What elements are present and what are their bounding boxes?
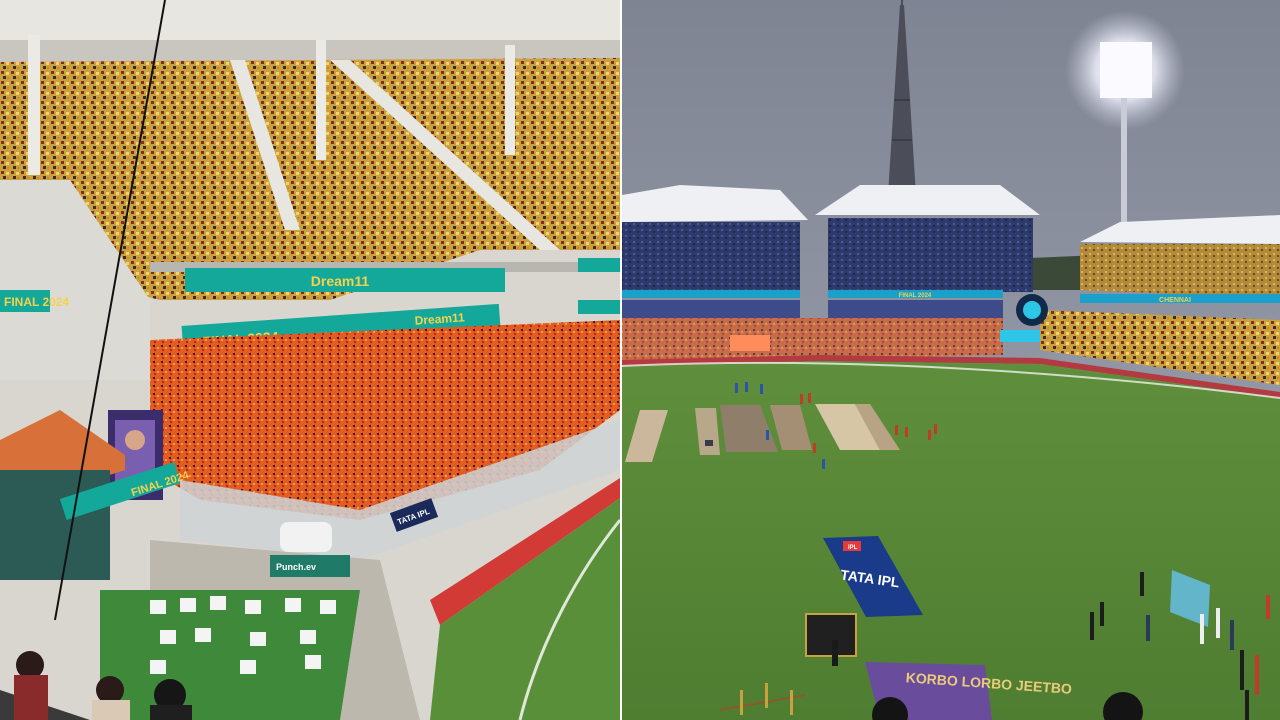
vehicle-sign-text: Punch.ev [276, 562, 316, 572]
stand-roof-left [622, 185, 808, 222]
banner-left-edge-text: FINAL 2024 [4, 295, 69, 309]
floodlight [1100, 42, 1152, 98]
roof-canopy [0, 0, 620, 40]
photo-collage: Dream11 FINAL 2024 Dream11 FINAL 2024 FI… [0, 0, 1280, 720]
mat-logo-text: IPL [848, 545, 858, 551]
pillar [28, 35, 40, 175]
stand-banner-text: CHENNAI [1159, 297, 1191, 304]
stand-left [622, 222, 800, 292]
pillar [316, 40, 326, 160]
screen-small [730, 335, 770, 351]
collage-divider [620, 0, 622, 720]
ground-banner-text: FINAL 2024 [899, 293, 932, 299]
display-car [280, 522, 332, 552]
banner-top-text: Dream11 [311, 273, 370, 289]
collage-canvas: Dream11 FINAL 2024 Dream11 FINAL 2024 FI… [0, 0, 1280, 720]
stand-center [828, 218, 1033, 292]
left-photo: Dream11 FINAL 2024 Dream11 FINAL 2024 FI… [0, 0, 622, 720]
pillar [505, 45, 515, 155]
right-photo: FINAL 2024 CHENNAI IPL TATA IPL KORBO LO… [621, 0, 1280, 720]
stand-right [1080, 244, 1280, 298]
board-stand [805, 613, 857, 657]
